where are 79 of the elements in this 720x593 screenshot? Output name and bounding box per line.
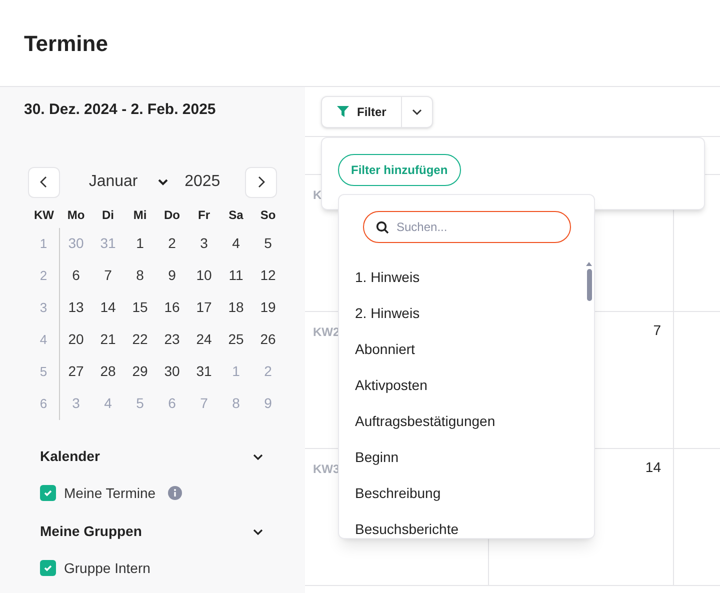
page-title: Termine <box>24 30 108 58</box>
day-number[interactable]: 28 <box>100 361 116 382</box>
date-number: 14 <box>645 458 661 477</box>
chevron-down-icon <box>411 106 424 116</box>
day-number[interactable]: 9 <box>168 265 176 286</box>
week-label: KW2 <box>313 325 340 339</box>
year-label: 2025 <box>184 172 220 192</box>
day-number[interactable]: 22 <box>132 329 148 350</box>
weekday-header: Mi <box>132 206 148 224</box>
weekday-header: Do <box>163 206 181 224</box>
weekday-header: Fr <box>197 206 211 224</box>
day-number[interactable]: 5 <box>264 233 272 254</box>
checkbox[interactable] <box>40 560 56 576</box>
section-title: Meine Gruppen <box>40 522 142 541</box>
weekday-header: So <box>259 206 277 224</box>
weekday-header: Di <box>101 206 115 224</box>
day-number[interactable]: 2 <box>168 233 176 254</box>
week-number: 6 <box>40 394 48 413</box>
day-number[interactable]: 18 <box>228 297 244 318</box>
filter-icon <box>337 106 349 117</box>
day-number[interactable]: 21 <box>100 329 116 350</box>
weekday-header: Mo <box>66 206 86 224</box>
day-number[interactable]: 7 <box>104 265 112 286</box>
filter-option[interactable]: Abonniert <box>355 338 415 360</box>
chevron-down-icon <box>158 178 168 186</box>
day-number[interactable]: 1 <box>136 233 144 254</box>
day-number[interactable]: 10 <box>196 265 212 286</box>
day-number[interactable]: 30 <box>164 361 180 382</box>
calendar-label: Gruppe Intern <box>64 558 150 578</box>
filter-option[interactable]: 2. Hinweis <box>355 302 420 324</box>
day-number[interactable]: 31 <box>196 361 212 382</box>
filter-option[interactable]: Aktivposten <box>355 374 428 396</box>
day-number[interactable]: 29 <box>132 361 148 382</box>
calendar-label: Meine Termine <box>64 484 156 502</box>
date-range: 30. Dez. 2024 - 2. Feb. 2025 <box>24 100 217 120</box>
week-label: K <box>313 188 322 202</box>
week-number: 1 <box>40 234 48 253</box>
search-field[interactable]: Suchen... <box>362 211 570 243</box>
day-number[interactable]: 3 <box>200 233 208 254</box>
filter-button[interactable]: Filter <box>322 96 402 126</box>
day-number[interactable]: 4 <box>232 233 240 254</box>
info-icon[interactable] <box>168 486 182 500</box>
day-number[interactable]: 20 <box>68 329 84 350</box>
day-number[interactable]: 25 <box>228 329 244 350</box>
day-number[interactable]: 27 <box>68 361 84 382</box>
filter-option[interactable]: Beschreibung <box>355 482 441 504</box>
month-select[interactable]: Januar <box>88 170 168 194</box>
next-month-button[interactable] <box>245 166 277 198</box>
previous-month-button[interactable] <box>28 166 60 198</box>
filter-option[interactable]: Beginn <box>355 446 399 468</box>
weekday-header: Sa <box>228 206 244 224</box>
day-number[interactable]: 14 <box>100 297 116 318</box>
week-number: 4 <box>40 330 48 349</box>
day-number[interactable]: 11 <box>228 265 244 286</box>
section-title: Kalender <box>40 447 100 466</box>
day-number[interactable]: 13 <box>68 297 84 318</box>
check-icon <box>43 563 53 573</box>
day-number[interactable]: 24 <box>196 329 212 350</box>
check-icon <box>43 488 53 498</box>
search-icon <box>376 221 388 234</box>
weekday-header: KW <box>33 206 55 224</box>
day-number[interactable]: 8 <box>136 265 144 286</box>
day-number[interactable]: 26 <box>260 329 276 350</box>
checkbox[interactable] <box>40 485 56 501</box>
day-number[interactable]: 17 <box>196 297 212 318</box>
day-number[interactable]: 16 <box>164 297 180 318</box>
day-number[interactable]: 23 <box>164 329 180 350</box>
week-number: 3 <box>40 298 48 317</box>
day-number[interactable]: 19 <box>260 297 276 318</box>
filter-option[interactable]: Besuchsberichte <box>355 518 459 538</box>
week-number: 2 <box>40 266 48 285</box>
filter-option[interactable]: 1. Hinweis <box>355 266 420 288</box>
day-number[interactable]: 6 <box>72 265 80 286</box>
scroll-up-arrow-icon[interactable] <box>585 261 593 267</box>
day-number[interactable]: 12 <box>260 265 276 286</box>
filter-option[interactable]: Auftragsbestätigungen <box>355 410 496 432</box>
week-number: 5 <box>40 362 48 381</box>
date-number: 7 <box>653 321 661 340</box>
day-number[interactable]: 15 <box>132 297 148 318</box>
